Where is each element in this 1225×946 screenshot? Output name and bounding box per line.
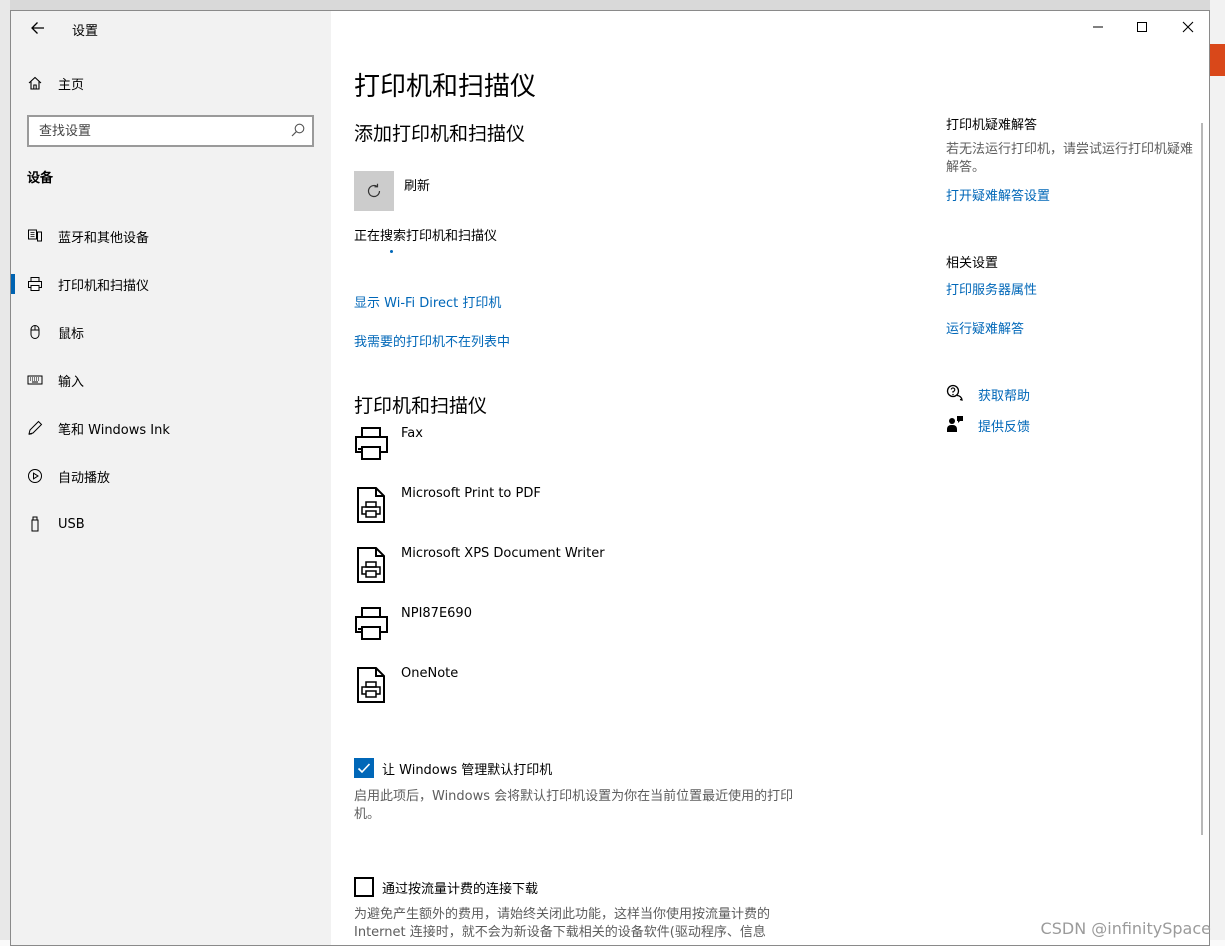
print-server-properties-link[interactable]: 打印服务器属性 [946,279,1037,298]
feedback-icon [947,416,963,432]
run-troubleshooter-link[interactable]: 运行疑难解答 [946,318,1024,337]
search-box[interactable] [27,115,314,147]
refresh-label[interactable]: 刷新 [404,175,430,194]
searching-status: 正在搜索打印机和扫描仪 [354,229,498,244]
document-printer-icon [357,667,385,703]
page-title: 打印机和扫描仪 [354,72,537,102]
metered-download-description: 为避免产生额外的费用，请始终关闭此功能，这样当你使用按流量计费的Internet… [354,907,771,940]
troubleshoot-title: 打印机疑难解答 [946,118,1038,133]
sidebar-item-label: USB [58,516,85,532]
maximize-button[interactable] [1119,11,1165,43]
printer-item-xps-writer[interactable]: Microsoft XPS Document Writer [354,546,854,602]
background-red-badge [1210,44,1225,76]
default-printer-description: 启用此项后，Windows 会将默认打印机设置为你在当前位置最近使用的打印机。 [354,789,794,822]
printer-item-print-to-pdf[interactable]: Microsoft Print to PDF [354,486,854,542]
help-chat-icon [946,384,963,401]
sidebar-item-label: 主页 [58,77,85,93]
sidebar-item-label: 笔和 Windows Ink [58,422,170,438]
window-title: 设置 [72,24,99,39]
sidebar-item-home[interactable]: 主页 [11,63,331,103]
section-title-devices: 设备 [27,171,54,186]
sidebar-item-label: 鼠标 [58,326,85,342]
sidebar: 设置 主页 设备 蓝牙和其他设备 打印机和扫描仪 [11,11,331,945]
mouse-icon [26,323,44,341]
search-icon[interactable] [290,122,306,138]
keyboard-icon [26,371,44,389]
printer-name: Fax [401,426,423,441]
minimize-icon [1093,26,1103,28]
autoplay-icon [26,467,44,485]
metered-download-label[interactable]: 通过按流量计费的连接下载 [382,878,538,897]
default-printer-checkbox[interactable] [354,758,374,778]
sidebar-item-label: 输入 [58,374,85,390]
sidebar-item-printers[interactable]: 打印机和扫描仪 [11,264,331,304]
printer-icon [355,427,388,460]
add-section-title: 添加打印机和扫描仪 [354,123,526,145]
sidebar-item-label: 打印机和扫描仪 [58,278,150,294]
checkmark-icon [357,763,371,774]
refresh-icon [367,183,381,198]
home-icon [26,74,44,92]
metered-download-checkbox[interactable] [354,877,374,897]
sidebar-item-typing[interactable]: 输入 [11,360,331,400]
related-settings-title: 相关设置 [946,256,999,271]
main-content: 打印机和扫描仪 添加打印机和扫描仪 刷新 正在搜索打印机和扫描仪 显示 Wi-F… [331,11,1209,945]
watermark: CSDN @infinitySpace [1040,919,1211,938]
scrollbar[interactable] [1201,123,1203,835]
background-right-strip [1210,0,1225,946]
default-printer-label[interactable]: 让 Windows 管理默认打印机 [382,759,552,778]
sidebar-item-autoplay[interactable]: 自动播放 [11,456,331,496]
printer-icon [26,275,44,293]
maximize-icon [1137,22,1147,32]
refresh-button[interactable] [354,171,394,211]
background-left-strip [0,0,10,946]
get-help-link[interactable]: 获取帮助 [978,385,1030,404]
close-icon [1182,21,1194,33]
printer-name: Microsoft XPS Document Writer [401,546,605,561]
close-button[interactable] [1165,11,1209,43]
printer-name: NPI87E690 [401,606,472,621]
printer-name: OneNote [401,666,459,681]
sidebar-item-mouse[interactable]: 鼠标 [11,312,331,352]
printer-name: Microsoft Print to PDF [401,486,541,501]
sidebar-item-bluetooth[interactable]: 蓝牙和其他设备 [11,216,331,256]
pen-icon [26,419,44,437]
printer-not-listed-link[interactable]: 我需要的打印机不在列表中 [354,331,510,350]
back-button[interactable] [25,17,51,43]
printers-section-title: 打印机和扫描仪 [354,395,488,417]
open-troubleshoot-link[interactable]: 打开疑难解答设置 [946,185,1050,204]
progress-dot [390,250,393,253]
give-feedback-link[interactable]: 提供反馈 [978,416,1030,435]
sidebar-item-label: 自动播放 [58,470,111,486]
search-input[interactable] [29,117,269,145]
printer-item-npi87e690[interactable]: NPI87E690 [354,606,854,662]
troubleshoot-text: 若无法运行打印机，请尝试运行打印机疑难解答。 [946,142,1194,175]
printer-item-fax[interactable]: Fax [354,426,854,482]
bluetooth-devices-icon [26,227,44,245]
document-printer-icon [357,547,385,583]
wifi-direct-link[interactable]: 显示 Wi-Fi Direct 打印机 [354,292,501,311]
sidebar-item-usb[interactable]: USB [11,504,331,544]
sidebar-item-label: 蓝牙和其他设备 [58,230,150,246]
printer-item-onenote[interactable]: OneNote [354,666,854,722]
usb-icon [26,515,44,533]
document-printer-icon [357,487,385,523]
printer-icon [355,607,388,640]
back-arrow-icon [31,22,44,34]
sidebar-item-pen[interactable]: 笔和 Windows Ink [11,408,331,448]
minimize-button[interactable] [1075,11,1121,43]
settings-window: 设置 主页 设备 蓝牙和其他设备 打印机和扫描仪 [10,10,1210,946]
